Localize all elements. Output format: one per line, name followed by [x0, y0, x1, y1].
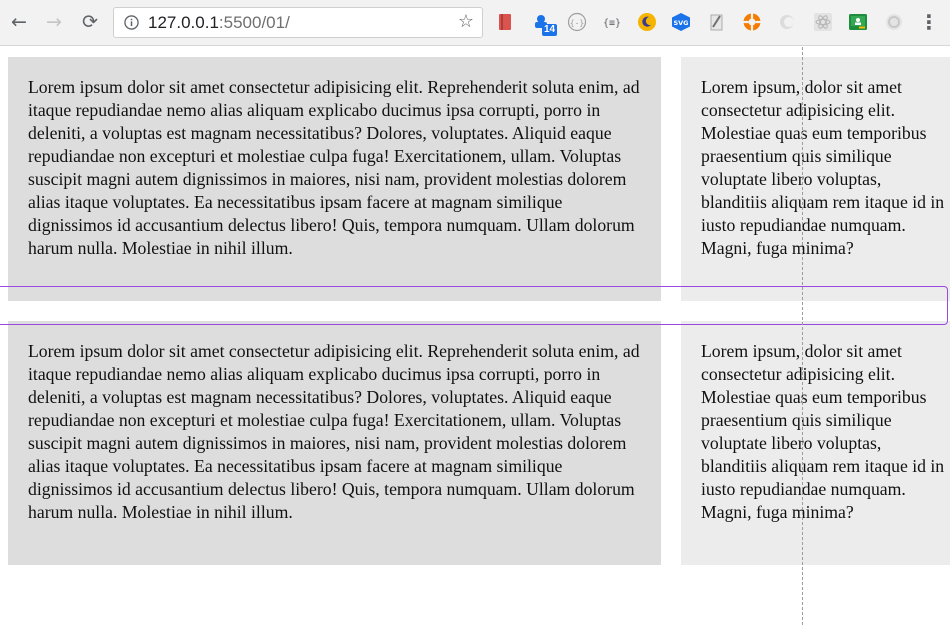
bookmark-star-icon[interactable]: ☆	[458, 11, 474, 32]
url-path: :5500/01/	[218, 13, 290, 32]
text-box-narrow: Lorem ipsum, dolor sit amet consectetur …	[681, 57, 950, 301]
extension-badge-count: 14	[542, 24, 558, 36]
text-box-wide: Lorem ipsum dolor sit amet consectetur a…	[8, 57, 661, 301]
text-box-wide: Lorem ipsum dolor sit amet consectetur a…	[8, 321, 661, 565]
url-text[interactable]: 127.0.0.1:5500/01/	[148, 13, 290, 33]
faded-extension-icon[interactable]	[776, 11, 798, 33]
address-bar[interactable]: 127.0.0.1:5500/01/ ☆	[113, 7, 483, 38]
forward-arrow-icon[interactable]: →	[43, 11, 65, 33]
text-box-narrow: Lorem ipsum, dolor sit amet consectetur …	[681, 321, 950, 565]
browser-toolbar: ← → ⟳ 127.0.0.1:5500/01/ ☆ 14 {-} {≡} SV…	[0, 0, 950, 46]
classroom-icon[interactable]	[847, 11, 869, 33]
book-icon[interactable]	[494, 11, 516, 33]
svg-text:{≡}: {≡}	[603, 18, 621, 29]
gray-circle-icon[interactable]	[883, 11, 905, 33]
moon-icon[interactable]	[636, 11, 658, 33]
info-icon[interactable]	[124, 15, 139, 30]
react-icon[interactable]	[812, 11, 834, 33]
lifebuoy-icon[interactable]	[741, 11, 763, 33]
url-host: 127.0.0.1	[148, 13, 219, 32]
menu-kebab-icon[interactable]: ⋮	[918, 10, 940, 34]
guide-line	[802, 47, 803, 625]
json-viewer-icon[interactable]: {-}	[566, 11, 588, 33]
svg-text:SVG: SVG	[673, 19, 688, 27]
devtools-gap-highlight	[0, 286, 948, 325]
braces-icon[interactable]: {≡}	[601, 11, 623, 33]
svg-icon[interactable]: SVG	[670, 11, 692, 33]
reload-icon[interactable]: ⟳	[79, 11, 101, 33]
extension-badge-icon[interactable]: 14	[530, 11, 558, 36]
pen-icon[interactable]	[706, 11, 728, 33]
svg-text:{-}: {-}	[570, 19, 584, 28]
page-content: Lorem ipsum dolor sit amet consectetur a…	[0, 47, 950, 625]
back-arrow-icon[interactable]: ←	[8, 11, 30, 33]
